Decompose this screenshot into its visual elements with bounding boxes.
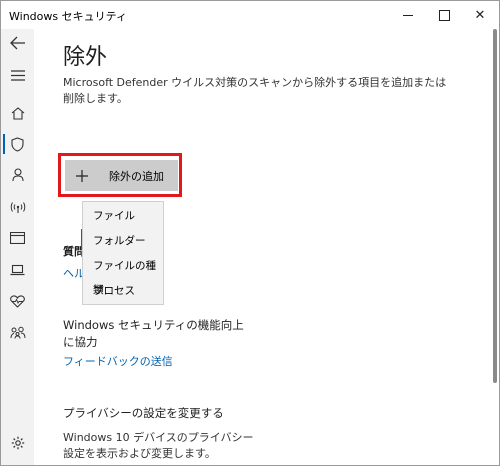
- sidebar-item-account[interactable]: [1, 161, 34, 189]
- plus-icon: [76, 169, 88, 182]
- hamburger-menu-icon: [10, 69, 25, 81]
- hamburger-menu-button[interactable]: [1, 61, 34, 89]
- person-icon: [11, 168, 24, 182]
- back-button[interactable]: [1, 29, 34, 57]
- title-bar: Windows セキュリティ ✕: [1, 1, 499, 29]
- privacy-section-description: Windows 10 デバイスのプライバシー設定を表示および変更します。: [63, 431, 254, 460]
- sidebar-item-device-security[interactable]: [1, 256, 34, 284]
- app-window: Windows セキュリティ ✕ 除外 Microsoft Defender ウ…: [0, 0, 500, 466]
- menu-item-folder[interactable]: フォルダー: [83, 229, 163, 253]
- home-icon: [11, 106, 24, 120]
- exclusion-type-menu: ファイル フォルダー ファイルの種類 プロセス: [82, 201, 164, 305]
- privacy-section-title: プライバシーの設定を変更する: [63, 406, 224, 420]
- laptop-icon: [10, 264, 25, 276]
- sidebar-item-app-browser[interactable]: [1, 224, 34, 252]
- maximize-button[interactable]: [429, 1, 459, 29]
- wireless-icon: [10, 201, 25, 213]
- sidebar-item-virus-protection[interactable]: [1, 130, 34, 158]
- sidebar-item-settings[interactable]: [1, 429, 34, 457]
- improve-section-title: Windows セキュリティの機能向上に協力: [63, 318, 244, 349]
- menu-item-process[interactable]: プロセス: [83, 279, 163, 303]
- menu-item-file[interactable]: ファイル: [83, 204, 163, 228]
- close-button[interactable]: ✕: [465, 1, 495, 29]
- add-exclusion-button[interactable]: 除外の追加: [65, 160, 178, 191]
- sidebar-item-home[interactable]: [1, 99, 34, 127]
- minimize-icon: [403, 14, 413, 16]
- sidebar-item-firewall[interactable]: [1, 193, 34, 221]
- close-icon: ✕: [474, 7, 486, 23]
- vertical-scrollbar[interactable]: [493, 29, 497, 383]
- menu-item-file-type[interactable]: ファイルの種類: [83, 254, 163, 296]
- maximize-icon: [438, 9, 450, 21]
- minimize-button[interactable]: [393, 1, 423, 29]
- navigation-sidebar: [1, 29, 34, 465]
- add-exclusion-label: 除外の追加: [109, 169, 164, 183]
- back-arrow-icon: [9, 36, 25, 50]
- page-title: 除外: [63, 45, 108, 70]
- app-browser-icon: [10, 232, 25, 244]
- sidebar-item-family[interactable]: [1, 318, 34, 346]
- settings-gear-icon: [11, 436, 24, 450]
- main-content: 除外 Microsoft Defender ウイルス対策のスキャンから除外する項…: [58, 29, 485, 465]
- feedback-link[interactable]: フィードバックの送信: [63, 353, 173, 369]
- heart-icon: [10, 294, 25, 308]
- sidebar-item-device-health[interactable]: [1, 287, 34, 315]
- family-icon: [10, 326, 25, 339]
- page-description: Microsoft Defender ウイルス対策のスキャンから除外する項目を追…: [63, 76, 447, 105]
- window-title: Windows セキュリティ: [9, 10, 127, 23]
- shield-icon: [11, 136, 24, 152]
